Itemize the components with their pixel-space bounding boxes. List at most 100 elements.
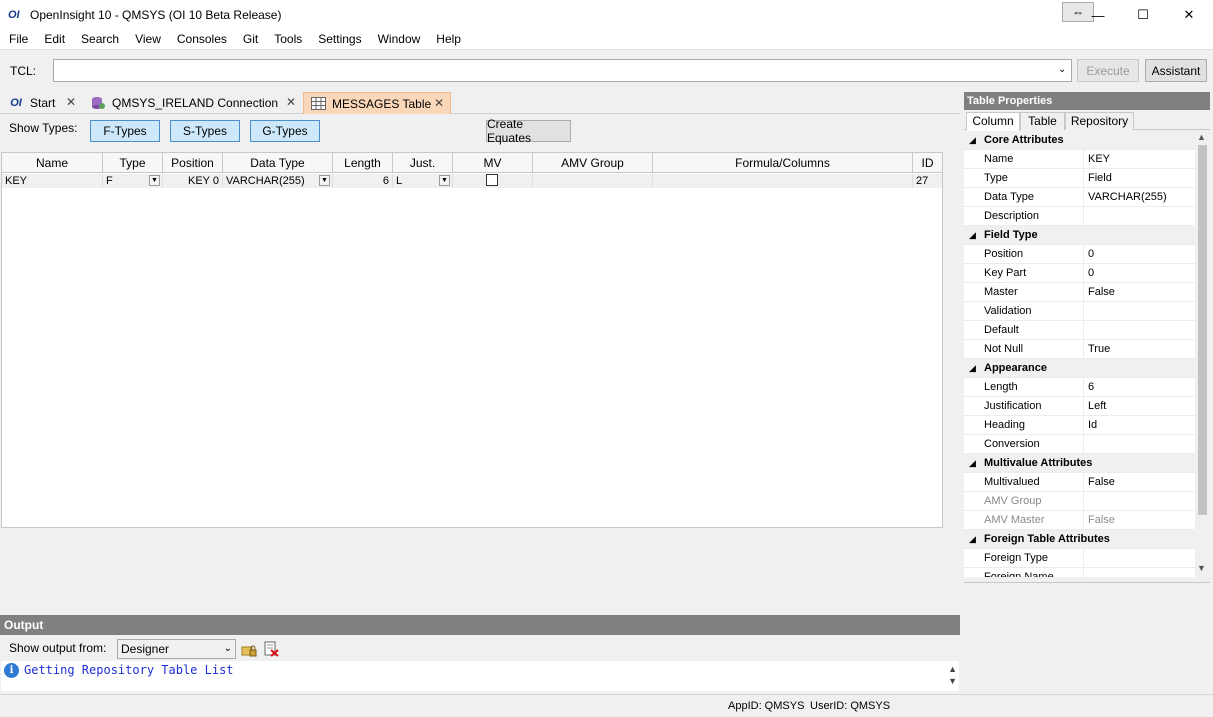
prop-description[interactable]: Description [964,207,1195,226]
collapse-triangle-icon[interactable]: ◢ [969,131,976,150]
prop-data-type[interactable]: Data Type VARCHAR(255) [964,188,1195,207]
output-source-select[interactable]: Designer ⌄ [117,639,236,659]
cell-length[interactable]: 6 [333,174,393,188]
clear-output-icon[interactable] [263,641,279,657]
column-header-just[interactable]: Just. [393,153,453,173]
dropdown-arrow-icon[interactable]: ▼ [149,175,160,186]
tab-start[interactable]: OI Start ✕ [2,92,82,114]
scroll-thumb[interactable] [1198,145,1207,515]
column-header-data-type[interactable]: Data Type [223,153,333,173]
assistant-button[interactable]: Assistant [1145,59,1207,82]
table-grid-icon [310,97,326,111]
properties-tabs: Column Table Repository [964,112,1210,131]
close-icon[interactable]: ✕ [286,95,296,109]
column-header-name[interactable]: Name [2,153,103,173]
scroll-up-icon[interactable]: ▲ [1197,132,1206,142]
column-header-id[interactable]: ID [913,153,942,173]
cell-formula[interactable] [653,174,913,188]
tab-repository[interactable]: Repository [1065,112,1134,130]
folder-lock-icon[interactable] [241,641,257,657]
tab-qmsys-ireland-connection[interactable]: QMSYS_IRELAND Connection ✕ [84,92,302,114]
menu-tools[interactable]: Tools [266,30,310,50]
category-foreign-table-attributes[interactable]: ◢ Foreign Table Attributes [964,530,1195,549]
menu-git[interactable]: Git [235,30,266,50]
menu-window[interactable]: Window [370,30,429,50]
prop-master[interactable]: Master False [964,283,1195,302]
g-types-button[interactable]: G-Types [250,120,320,142]
close-icon[interactable]: ✕ [66,95,76,109]
prop-foreign-name[interactable]: Foreign Name [964,568,1195,577]
tcl-input[interactable] [53,59,1072,82]
cell-type-value: F [106,175,113,187]
menu-file[interactable]: File [0,30,36,50]
output-source-value: Designer [121,642,170,656]
cell-type[interactable]: F ▼ [103,174,163,188]
collapse-triangle-icon[interactable]: ◢ [969,454,976,473]
tab-column[interactable]: Column [966,112,1020,131]
prop-foreign-type[interactable]: Foreign Type [964,549,1195,568]
collapse-triangle-icon[interactable]: ◢ [969,530,976,549]
tab-table[interactable]: Table [1020,112,1065,130]
output-scrollbar[interactable]: ▲ ▼ [948,663,957,687]
dropdown-arrow-icon[interactable]: ▼ [439,175,450,186]
close-icon[interactable]: ✕ [434,96,444,110]
menu-settings[interactable]: Settings [310,30,369,50]
prop-heading[interactable]: Heading Id [964,416,1195,435]
f-types-button[interactable]: F-Types [90,120,160,142]
create-equates-button[interactable]: Create Equates [486,117,571,145]
maximize-button[interactable]: ☐ [1120,0,1166,30]
cell-data-type[interactable]: VARCHAR(255) ▼ [223,174,333,188]
category-field-type[interactable]: ◢ Field Type [964,226,1195,245]
prop-conversion[interactable]: Conversion [964,435,1195,454]
prop-length[interactable]: Length 6 [964,378,1195,397]
prop-key-part[interactable]: Key Part 0 [964,264,1195,283]
properties-scrollbar[interactable]: ▲ ▼ [1195,131,1210,577]
prop-name[interactable]: Name KEY [964,150,1195,169]
cell-just-value: L [396,175,403,187]
tab-messages-table[interactable]: MESSAGES Table ✕ [303,92,451,114]
menu-consoles[interactable]: Consoles [169,30,235,50]
cell-name[interactable]: KEY [2,174,103,188]
prop-multivalued[interactable]: Multivalued False [964,473,1195,492]
menu-bar: File Edit Search View Consoles Git Tools… [0,30,1213,50]
category-appearance[interactable]: ◢ Appearance [964,359,1195,378]
cell-position[interactable]: KEY 0 [163,174,223,188]
collapse-triangle-icon[interactable]: ◢ [969,359,976,378]
scroll-down-icon[interactable]: ▼ [1197,563,1206,573]
cell-just[interactable]: L ▼ [393,174,453,188]
prop-position[interactable]: Position 0 [964,245,1195,264]
column-header-mv[interactable]: MV [453,153,533,173]
category-multivalue-attributes[interactable]: ◢ Multivalue Attributes [964,454,1195,473]
column-header-length[interactable]: Length [333,153,393,173]
column-header-position[interactable]: Position [163,153,223,173]
column-header-type[interactable]: Type [103,153,163,173]
output-message: Getting Repository Table List [24,663,234,677]
minimize-button[interactable]: — [1075,0,1121,30]
mv-checkbox[interactable] [486,174,498,186]
close-window-button[interactable]: ✕ [1166,0,1212,30]
prop-type[interactable]: Type Field [964,169,1195,188]
tab-messages-label: MESSAGES Table [332,96,432,111]
tcl-dropdown-icon[interactable]: ⌄ [1058,64,1066,75]
prop-default[interactable]: Default [964,321,1195,340]
dropdown-arrow-icon[interactable]: ▼ [319,175,330,186]
properties-header: Table Properties [964,92,1210,110]
chevron-down-icon: ⌄ [223,643,232,654]
cell-id[interactable]: 27 [913,174,942,188]
column-header-amv-group[interactable]: AMV Group [533,153,653,173]
table-row[interactable]: KEY F ▼ KEY 0 VARCHAR(255) ▼ 6 L ▼ 27 [2,174,942,188]
prop-validation[interactable]: Validation [964,302,1195,321]
cell-amv-group[interactable] [533,174,653,188]
menu-help[interactable]: Help [428,30,469,50]
prop-justification[interactable]: Justification Left [964,397,1195,416]
column-header-formula[interactable]: Formula/Columns [653,153,913,173]
prop-not-null[interactable]: Not Null True [964,340,1195,359]
prop-amv-master: AMV Master False [964,511,1195,530]
menu-view[interactable]: View [127,30,169,50]
menu-edit[interactable]: Edit [36,30,73,50]
menu-search[interactable]: Search [73,30,127,50]
collapse-triangle-icon[interactable]: ◢ [969,226,976,245]
category-core-attributes[interactable]: ◢ Core Attributes [964,131,1195,150]
execute-button[interactable]: Execute [1077,59,1139,82]
s-types-button[interactable]: S-Types [170,120,240,142]
